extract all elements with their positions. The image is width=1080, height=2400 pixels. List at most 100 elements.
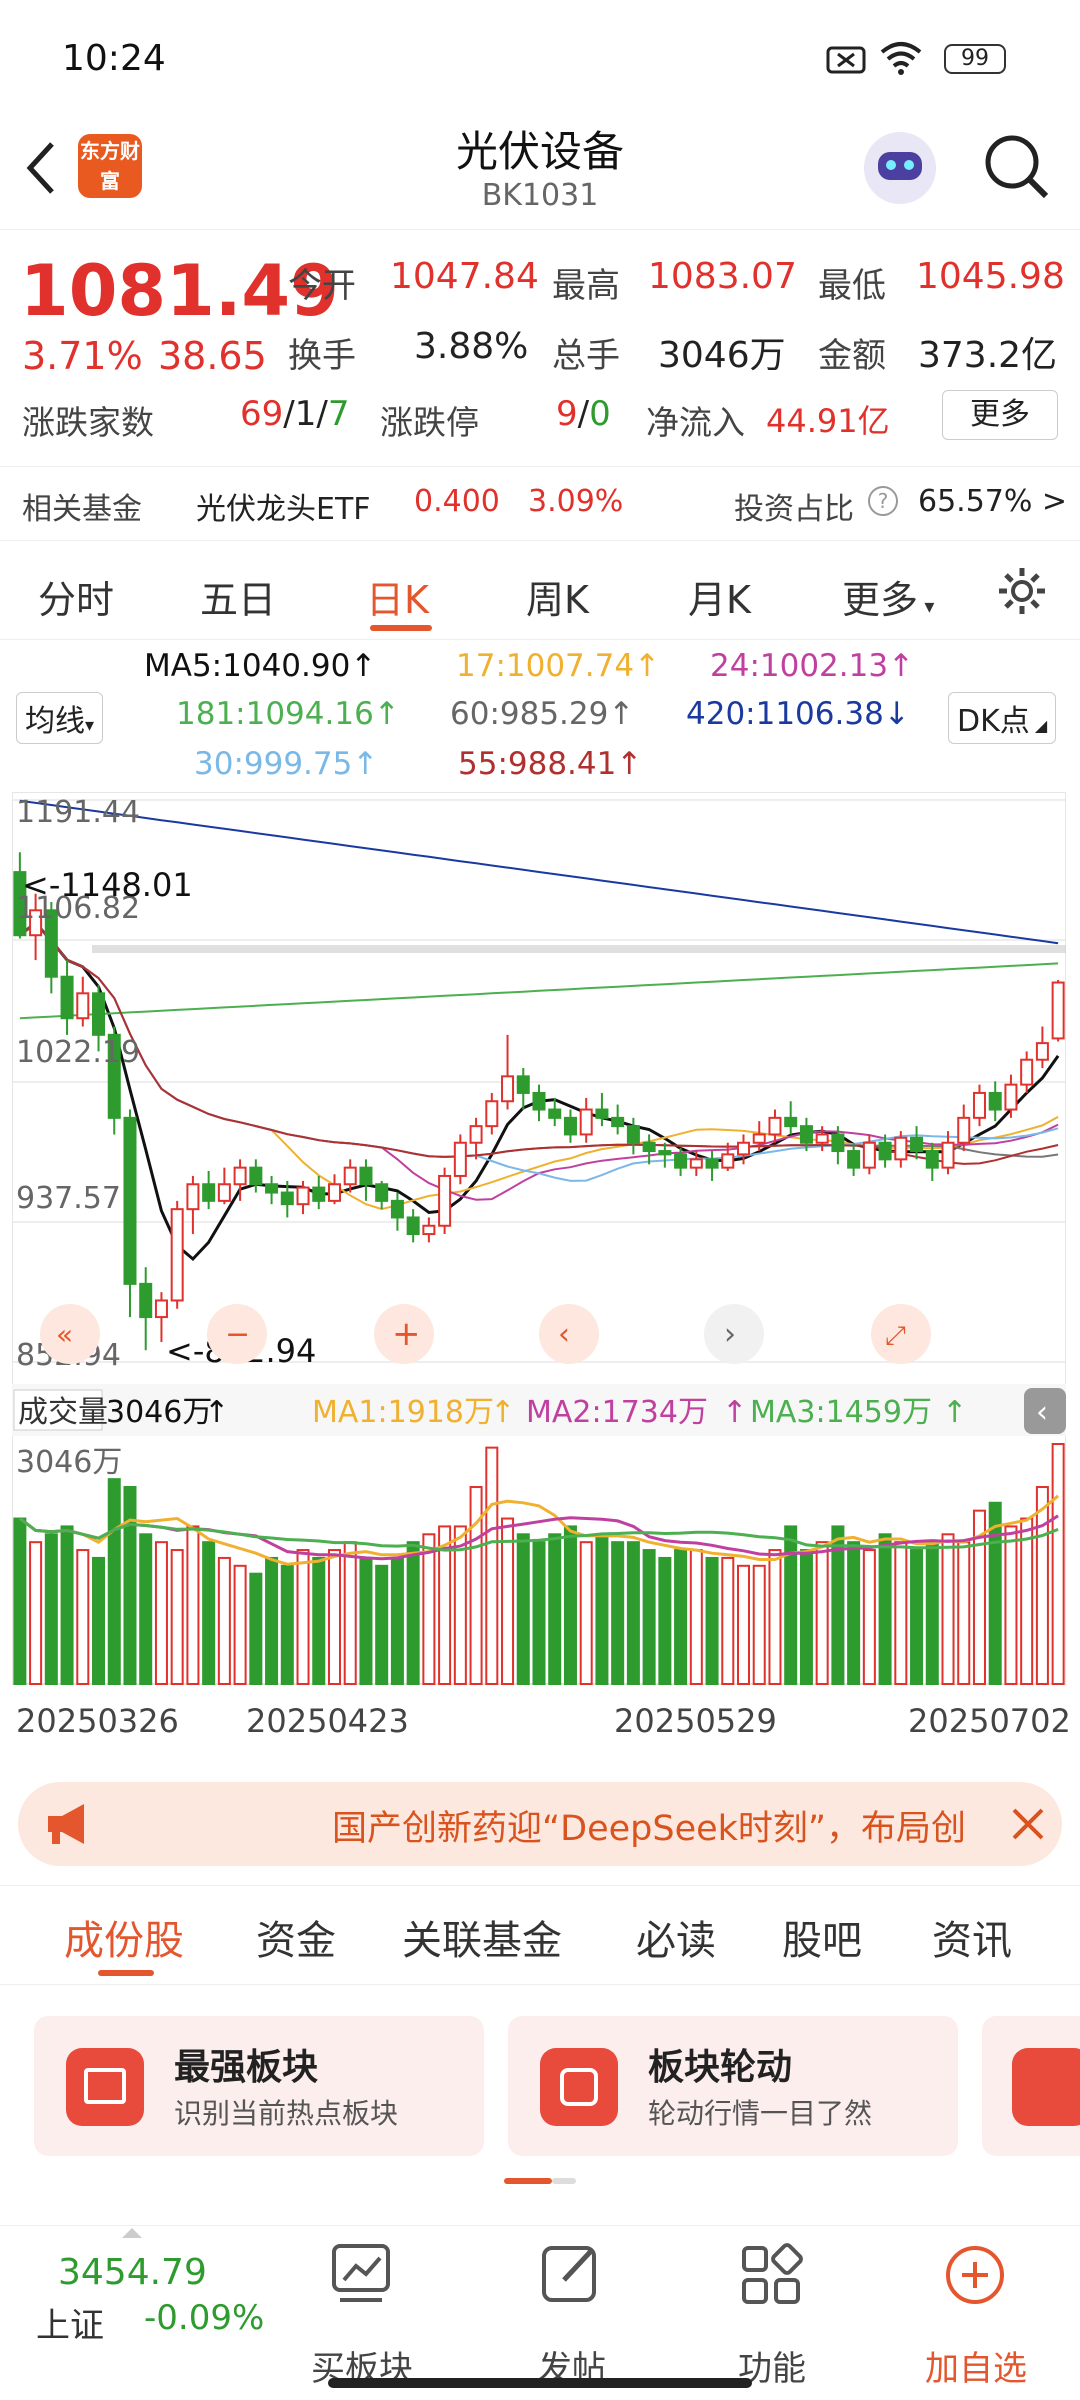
candle-body: [438, 1174, 452, 1227]
ratio-label: 投资占比: [734, 492, 854, 527]
k-line-chart[interactable]: 1191.44 1106.82 1022.19 937.57 852.94 <-…: [12, 792, 1066, 1692]
open-value: 1047.84: [390, 256, 539, 297]
banner-text[interactable]: 国产创新药迎“DeepSeek时刻”，布局创: [332, 1800, 1002, 1851]
candle-body: [249, 1166, 263, 1186]
volume-bar: [296, 1549, 310, 1685]
volume-bar: [327, 1549, 341, 1685]
volume-bar: [265, 1556, 279, 1686]
ma24-value: 24:1002.13↑: [710, 648, 915, 684]
high-value: 1083.07: [648, 256, 797, 297]
candle-body: [170, 1208, 184, 1302]
volume-bar: [422, 1533, 436, 1685]
more-button[interactable]: 更多: [942, 390, 1058, 440]
volume-bar: [532, 1541, 546, 1686]
candle-body: [327, 1183, 341, 1202]
candle-body: [579, 1108, 593, 1136]
card-sector-rotation[interactable]: 板块轮动 轮动行情一目了然: [508, 2016, 958, 2156]
vol-ma1: MA1:1918万: [312, 1395, 494, 1430]
fund-price: 0.400: [414, 484, 500, 519]
volume-bar: [768, 1549, 782, 1685]
volume-bar: [516, 1533, 530, 1685]
tab-funds-flow[interactable]: 资金: [256, 1908, 336, 1966]
volume-bar: [170, 1549, 184, 1685]
breadth-label: 涨跌家数: [22, 403, 154, 442]
candle-body: [375, 1183, 389, 1202]
card-strongest-sector[interactable]: 最强板块 识别当前热点板块: [34, 2016, 484, 2156]
candle-body: [296, 1186, 310, 1206]
close-icon[interactable]: [1010, 1806, 1046, 1842]
help-icon[interactable]: ?: [868, 486, 898, 516]
tab-related-funds[interactable]: 关联基金: [402, 1908, 562, 1966]
volume-selector[interactable]: 成交量: [13, 1389, 108, 1431]
functions-grid-icon[interactable]: [736, 2240, 806, 2310]
svg-text:↑: ↑: [722, 1395, 747, 1430]
buy-sector-icon[interactable]: [326, 2240, 396, 2310]
volume-bar: [878, 1533, 892, 1685]
candle-body: [972, 1091, 986, 1119]
volume-bar: [485, 1446, 499, 1686]
candle-body: [721, 1153, 735, 1169]
card-desc: 识别当前热点板块: [174, 2097, 399, 2130]
volume-bars: [13, 1443, 1065, 1686]
tab-more[interactable]: 更多 ▾: [842, 569, 934, 624]
volume-bar: [29, 1541, 43, 1686]
candle-body: [894, 1136, 908, 1161]
rotation-icon: [540, 2048, 618, 2126]
index-name[interactable]: 上证: [36, 2298, 104, 2347]
candle-body: [658, 1150, 672, 1156]
tab-day-k[interactable]: 日K: [366, 569, 429, 624]
candle-body: [1004, 1083, 1018, 1111]
settings-gear-icon[interactable]: [996, 565, 1048, 617]
candle-body: [1035, 1042, 1049, 1061]
candle-body: [611, 1116, 625, 1128]
candle-body: [123, 1116, 137, 1285]
tab-five-day[interactable]: 五日: [200, 569, 276, 624]
index-value[interactable]: 3454.79: [58, 2252, 207, 2293]
period-tabs: 分时 五日 日K 周K 月K 更多 ▾: [0, 540, 1080, 640]
card-partial[interactable]: [982, 2016, 1080, 2156]
dk-point-selector[interactable]: DK点 ◢: [948, 692, 1057, 744]
tab-minute[interactable]: 分时: [38, 569, 114, 624]
volume-bar: [13, 1517, 27, 1686]
y-label-4: 937.57: [16, 1181, 121, 1216]
high-marker: <-1148.01: [22, 866, 193, 904]
candle-body: [784, 1116, 798, 1128]
compose-post-icon[interactable]: [536, 2240, 606, 2310]
wifi-icon: [880, 42, 922, 75]
fund-name[interactable]: 光伏龙头ETF: [196, 484, 371, 528]
news-banner[interactable]: 国产创新药迎“DeepSeek时刻”，布局创: [18, 1782, 1062, 1866]
ma-line-60: [19, 921, 1059, 1158]
candle-body: [60, 975, 74, 1020]
volume-bar: [752, 1564, 766, 1685]
ma-line-181: [19, 962, 1059, 1020]
tab-must-read[interactable]: 必读: [636, 1908, 716, 1966]
tab-constituents[interactable]: 成份股: [64, 1908, 184, 1966]
tab-month-k[interactable]: 月K: [688, 569, 751, 624]
tab-week-k[interactable]: 周K: [526, 569, 589, 624]
svg-text:«: «: [56, 1318, 73, 1351]
candle-body: [799, 1125, 813, 1144]
candle-body: [988, 1091, 1002, 1111]
candles: [13, 852, 1065, 1351]
ratio-value[interactable]: 65.57% >: [918, 484, 1067, 519]
candle-body: [941, 1141, 955, 1169]
nav-add-watchlist[interactable]: 加自选: [906, 2341, 1046, 2390]
candle-body: [453, 1141, 467, 1177]
candle-body: [862, 1141, 876, 1169]
tab-news[interactable]: 资讯: [932, 1908, 1012, 1966]
candle-body: [752, 1133, 766, 1144]
ma420-value: 420:1106.38↓: [686, 696, 910, 732]
expand-arrow-icon[interactable]: [122, 2228, 142, 2238]
candle-body: [689, 1158, 703, 1169]
tab-forum[interactable]: 股吧: [782, 1908, 862, 1966]
index-pct[interactable]: -0.09%: [144, 2298, 264, 2338]
volume-bar: [1020, 1517, 1034, 1686]
ma-selector[interactable]: 均线▾: [16, 692, 104, 744]
robot-assistant-icon[interactable]: [864, 132, 936, 204]
search-icon[interactable]: [980, 130, 1052, 206]
volume-bar: [1051, 1443, 1065, 1685]
vol-ma3: MA3:1459万: [750, 1395, 932, 1430]
volume-bar: [705, 1556, 719, 1686]
breadth-value: 69/1/7: [240, 394, 350, 434]
add-watchlist-icon[interactable]: [940, 2240, 1010, 2310]
